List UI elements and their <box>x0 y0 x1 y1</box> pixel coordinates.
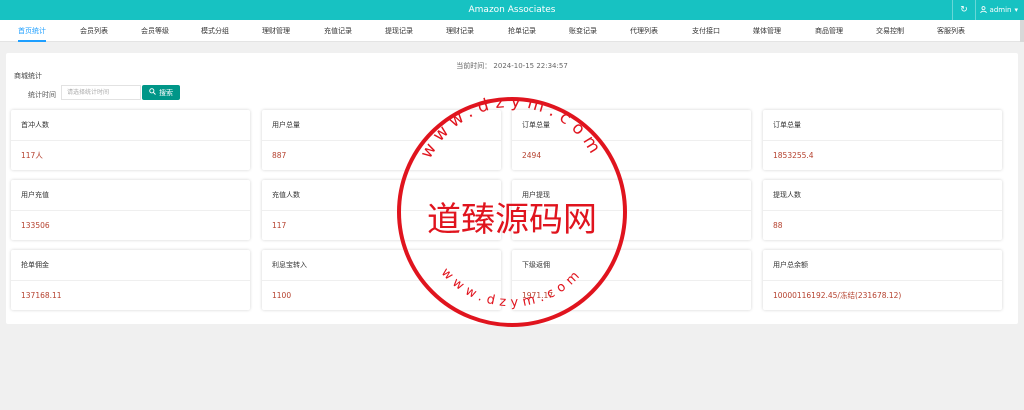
user-icon <box>979 5 987 15</box>
stats-panel: 当前时间： 2024-10-15 22:34:57 商城统计 统计时间 搜索 首… <box>6 53 1018 324</box>
nav-scrollbar[interactable] <box>1020 20 1024 42</box>
stat-card-label: 下级返佣 <box>512 250 751 281</box>
stat-card: 用户充值 133506 <box>11 180 250 240</box>
stat-card-value: 1971.17 <box>522 291 554 300</box>
stat-card-label: 用户总余额 <box>763 250 1002 281</box>
tab-member-list[interactable]: 会员列表 <box>80 20 108 42</box>
tab-agent-list[interactable]: 代理列表 <box>630 20 658 42</box>
stat-card-value: 117人 <box>21 151 43 160</box>
stat-card-value: 133506 <box>21 221 50 230</box>
search-icon <box>149 88 156 97</box>
user-menu[interactable]: admin ▾ <box>979 0 1018 20</box>
refresh-button[interactable]: ↻ <box>952 0 976 20</box>
stat-card-value: 10000116192.45/冻结(231678.12) <box>773 291 902 300</box>
tab-recharge-records[interactable]: 充值记录 <box>324 20 352 42</box>
stat-card-label: 抢单佣金 <box>11 250 250 281</box>
stat-card: 首冲人数 117人 <box>11 110 250 170</box>
user-name: admin <box>989 6 1012 14</box>
stat-card: 用户总量 887 <box>262 110 501 170</box>
stat-card-value: 2494 <box>522 151 542 160</box>
stat-card-label: 首冲人数 <box>11 110 250 141</box>
stat-card: 充值人数 117 <box>262 180 501 240</box>
tab-finance-records[interactable]: 理财记录 <box>446 20 474 42</box>
stat-card: 利息宝转入 1100 <box>262 250 501 310</box>
stat-card-label: 用户充值 <box>11 180 250 211</box>
app-title: Amazon Associates <box>468 5 556 15</box>
stat-card-label: 利息宝转入 <box>262 250 501 281</box>
current-time: 当前时间： 2024-10-15 22:34:57 <box>456 62 568 70</box>
stat-card-label: 充值人数 <box>262 180 501 211</box>
stat-card: 订单总量 1853255.4 <box>763 110 1002 170</box>
stat-card-label: 提现人数 <box>763 180 1002 211</box>
tab-payment-api[interactable]: 支付接口 <box>692 20 720 42</box>
stat-card-value: 137168.11 <box>21 291 62 300</box>
stat-card-value: 1853255.4 <box>773 151 814 160</box>
tab-balance-change-records[interactable]: 账变记录 <box>569 20 597 42</box>
stat-card: 提现人数 88 <box>763 180 1002 240</box>
tab-media-manage[interactable]: 媒体管理 <box>753 20 781 42</box>
stat-card-label: 用户提现 <box>512 180 751 211</box>
section-title: 商城统计 <box>14 72 42 80</box>
tab-order-grab-records[interactable]: 抢单记录 <box>508 20 536 42</box>
chevron-down-icon: ▾ <box>1014 6 1018 14</box>
stat-card: 用户提现 <box>512 180 751 240</box>
stat-card: 抢单佣金 137168.11 <box>11 250 250 310</box>
stat-card: 订单总量 2494 <box>512 110 751 170</box>
stat-card-label: 订单总量 <box>512 110 751 141</box>
date-range-input[interactable] <box>61 85 141 100</box>
stat-card-value: 88 <box>773 221 783 230</box>
tab-customer-service-list[interactable]: 客服列表 <box>937 20 965 42</box>
stat-card-value: 117 <box>272 221 287 230</box>
main-nav: 首页统计 会员列表 会员等级 模式分组 理财管理 充值记录 提现记录 理财记录 … <box>0 20 1024 42</box>
stat-card: 用户总余额 10000116192.45/冻结(231678.12) <box>763 250 1002 310</box>
tab-home-stats[interactable]: 首页统计 <box>18 20 46 42</box>
search-button-label: 搜索 <box>159 88 173 97</box>
tab-member-level[interactable]: 会员等级 <box>141 20 169 42</box>
stat-card-label: 订单总量 <box>763 110 1002 141</box>
filter-label: 统计时间 <box>28 91 56 99</box>
tab-trade-control[interactable]: 交易控制 <box>876 20 904 42</box>
stat-card: 下级返佣 1971.17 <box>512 250 751 310</box>
tab-mode-group[interactable]: 模式分组 <box>201 20 229 42</box>
search-button[interactable]: 搜索 <box>142 85 180 100</box>
stat-card-value: 1100 <box>272 291 292 300</box>
stat-card-label: 用户总量 <box>262 110 501 141</box>
stat-card-value: 887 <box>272 151 287 160</box>
tab-product-manage[interactable]: 商品管理 <box>815 20 843 42</box>
refresh-icon: ↻ <box>960 5 968 15</box>
top-bar: Amazon Associates ↻ admin ▾ <box>0 0 1024 20</box>
tab-withdraw-records[interactable]: 提现记录 <box>385 20 413 42</box>
tab-finance-manage[interactable]: 理财管理 <box>262 20 290 42</box>
